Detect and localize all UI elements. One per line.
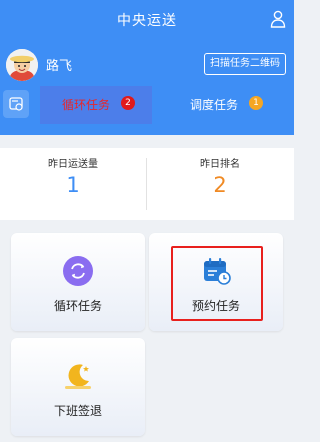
tab-dispatch-tasks[interactable]: 调度任务 bbox=[190, 96, 238, 113]
task-tab-bar: 循环任务 2 调度任务 1 bbox=[0, 86, 294, 124]
avatar-image bbox=[6, 49, 38, 81]
tab-loop-tasks[interactable]: 循环任务 bbox=[62, 96, 110, 113]
title-bar: 中央运送 bbox=[0, 0, 294, 38]
moon-icon bbox=[65, 364, 91, 389]
settings-icon bbox=[9, 97, 23, 111]
card-loop-tasks-label: 循环任务 bbox=[53, 299, 102, 313]
card-sign-out[interactable]: 下班签退 bbox=[11, 338, 145, 436]
avatar[interactable] bbox=[6, 49, 38, 81]
yesterday-volume-value: 1 bbox=[66, 173, 80, 197]
dispatch-task-badge: 1 bbox=[249, 96, 263, 110]
stats-panel: 昨日运送量 1 昨日排名 2 bbox=[0, 148, 294, 220]
card-sign-out-label: 下班签退 bbox=[53, 404, 102, 418]
side-menu-button[interactable] bbox=[3, 90, 29, 118]
yesterday-volume-label: 昨日运送量 bbox=[48, 159, 98, 170]
header-background: 中央运送 路飞 扫描任务二维码 循环任务 2 调度任务 1 bbox=[0, 0, 294, 135]
loop-task-badge: 2 bbox=[121, 96, 135, 110]
scan-qr-button[interactable]: 扫描任务二维码 bbox=[204, 53, 286, 75]
profile-row: 路飞 扫描任务二维码 bbox=[0, 44, 294, 84]
yesterday-rank-value: 2 bbox=[213, 173, 227, 197]
username: 路飞 bbox=[46, 59, 73, 74]
card-loop-tasks[interactable]: 循环任务 bbox=[11, 233, 145, 331]
yesterday-rank-label: 昨日排名 bbox=[200, 159, 240, 170]
user-icon[interactable] bbox=[270, 10, 286, 28]
refresh-icon bbox=[63, 256, 93, 286]
page-title: 中央运送 bbox=[117, 13, 177, 29]
highlight-box bbox=[171, 246, 263, 321]
